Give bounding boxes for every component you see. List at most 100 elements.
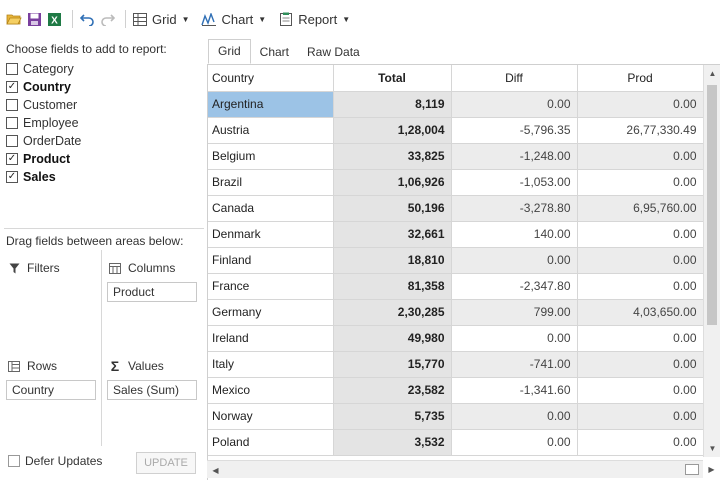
field-item-category[interactable]: Category — [6, 60, 81, 78]
cell-prod[interactable]: 0.00 — [577, 247, 704, 274]
cell-diff[interactable]: -5,796.35 — [451, 117, 578, 144]
tab-grid[interactable]: Grid — [208, 39, 251, 64]
table-row[interactable]: Denmark 32,661 140.00 0.00 — [208, 221, 704, 248]
cell-total[interactable]: 5,735 — [333, 403, 452, 430]
column-header-total[interactable]: Total — [333, 65, 452, 92]
cell-country[interactable]: Finland — [208, 247, 334, 274]
table-row[interactable]: Ireland 49,980 0.00 0.00 — [208, 325, 704, 352]
cell-diff[interactable]: 0.00 — [451, 325, 578, 352]
table-row[interactable]: Finland 18,810 0.00 0.00 — [208, 247, 704, 274]
tab-raw-data[interactable]: Raw Data — [298, 41, 369, 64]
cell-prod[interactable]: 0.00 — [577, 91, 704, 118]
checkbox-checked[interactable]: ✓ — [6, 171, 18, 183]
field-item-country[interactable]: ✓ Country — [6, 78, 81, 96]
field-item-product[interactable]: ✓ Product — [6, 150, 81, 168]
cell-prod[interactable]: 0.00 — [577, 429, 704, 456]
table-row[interactable]: Mexico 23,582 -1,341.60 0.00 — [208, 377, 704, 404]
cell-diff[interactable]: 0.00 — [451, 91, 578, 118]
cell-total[interactable]: 1,06,926 — [333, 169, 452, 196]
table-row[interactable]: Argentina 8,119 0.00 0.00 — [208, 91, 704, 118]
cell-total[interactable]: 49,980 — [333, 325, 452, 352]
redo-icon[interactable] — [99, 11, 115, 27]
cell-diff[interactable]: -2,347.80 — [451, 273, 578, 300]
cell-country[interactable]: France — [208, 273, 334, 300]
cell-total[interactable]: 23,582 — [333, 377, 452, 404]
cell-total[interactable]: 8,119 — [333, 91, 452, 118]
open-folder-icon[interactable] — [6, 11, 22, 27]
excel-export-icon[interactable]: X — [46, 11, 62, 27]
checkbox[interactable] — [8, 455, 20, 467]
undo-icon[interactable] — [79, 11, 95, 27]
cell-total[interactable]: 15,770 — [333, 351, 452, 378]
cell-total[interactable]: 32,661 — [333, 221, 452, 248]
cell-total[interactable]: 1,28,004 — [333, 117, 452, 144]
table-row[interactable]: Belgium 33,825 -1,248.00 0.00 — [208, 143, 704, 170]
cell-country[interactable]: Brazil — [208, 169, 334, 196]
cell-total[interactable]: 18,810 — [333, 247, 452, 274]
scroll-left-icon[interactable]: ◀ — [207, 461, 224, 479]
scrollbar-thumb[interactable] — [685, 464, 699, 475]
cell-prod[interactable]: 0.00 — [577, 403, 704, 430]
cell-diff[interactable]: -1,341.60 — [451, 377, 578, 404]
checkbox[interactable] — [6, 135, 18, 147]
grid-menu[interactable]: Grid ▼ — [132, 11, 189, 27]
cell-total[interactable]: 3,532 — [333, 429, 452, 456]
cell-country[interactable]: Poland — [208, 429, 334, 456]
field-item-employee[interactable]: Employee — [6, 114, 81, 132]
table-row[interactable]: France 81,358 -2,347.80 0.00 — [208, 273, 704, 300]
cell-country[interactable]: Italy — [208, 351, 334, 378]
cell-diff[interactable]: -1,053.00 — [451, 169, 578, 196]
cell-diff[interactable]: 799.00 — [451, 299, 578, 326]
cell-diff[interactable]: -3,278.80 — [451, 195, 578, 222]
cell-country[interactable]: Argentina — [208, 91, 334, 118]
chart-menu[interactable]: Chart ▼ — [201, 11, 266, 27]
cell-prod[interactable]: 4,03,650.00 — [577, 299, 704, 326]
tab-chart[interactable]: Chart — [251, 41, 298, 64]
checkbox[interactable] — [6, 63, 18, 75]
cell-diff[interactable]: -1,248.00 — [451, 143, 578, 170]
column-header-diff[interactable]: Diff — [451, 65, 578, 92]
cell-diff[interactable]: 0.00 — [451, 429, 578, 456]
field-item-sales[interactable]: ✓ Sales — [6, 168, 81, 186]
cell-country[interactable]: Denmark — [208, 221, 334, 248]
column-header-country[interactable]: Country — [208, 65, 334, 92]
checkbox[interactable] — [6, 99, 18, 111]
cell-diff[interactable]: 140.00 — [451, 221, 578, 248]
cell-country[interactable]: Austria — [208, 117, 334, 144]
cell-total[interactable]: 33,825 — [333, 143, 452, 170]
cell-country[interactable]: Germany — [208, 299, 334, 326]
rows-area[interactable]: Rows Country — [6, 358, 96, 400]
table-row[interactable]: Poland 3,532 0.00 0.00 — [208, 429, 704, 456]
table-row[interactable]: Austria 1,28,004 -5,796.35 26,77,330.49 — [208, 117, 704, 144]
checkbox[interactable] — [6, 117, 18, 129]
cell-country[interactable]: Canada — [208, 195, 334, 222]
cell-diff[interactable]: 0.00 — [451, 403, 578, 430]
columns-field-chip[interactable]: Product — [107, 282, 197, 302]
cell-diff[interactable]: 0.00 — [451, 247, 578, 274]
cell-prod[interactable]: 6,95,760.00 — [577, 195, 704, 222]
table-row[interactable]: Canada 50,196 -3,278.80 6,95,760.00 — [208, 195, 704, 222]
cell-diff[interactable]: -741.00 — [451, 351, 578, 378]
cell-country[interactable]: Belgium — [208, 143, 334, 170]
save-icon[interactable] — [26, 11, 42, 27]
cell-country[interactable]: Norway — [208, 403, 334, 430]
cell-country[interactable]: Ireland — [208, 325, 334, 352]
cell-prod[interactable]: 0.00 — [577, 377, 704, 404]
checkbox-checked[interactable]: ✓ — [6, 81, 18, 93]
update-button[interactable]: UPDATE — [136, 452, 196, 474]
values-field-chip[interactable]: Sales (Sum) — [107, 380, 197, 400]
scrollbar-thumb[interactable] — [707, 85, 717, 325]
table-row[interactable]: Norway 5,735 0.00 0.00 — [208, 403, 704, 430]
checkbox-checked[interactable]: ✓ — [6, 153, 18, 165]
values-area[interactable]: Σ Values Sales (Sum) — [107, 358, 197, 400]
rows-field-chip[interactable]: Country — [6, 380, 96, 400]
cell-prod[interactable]: 0.00 — [577, 351, 704, 378]
cell-prod[interactable]: 0.00 — [577, 169, 704, 196]
table-row[interactable]: Italy 15,770 -741.00 0.00 — [208, 351, 704, 378]
cell-total[interactable]: 50,196 — [333, 195, 452, 222]
cell-total[interactable]: 81,358 — [333, 273, 452, 300]
cell-prod[interactable]: 0.00 — [577, 143, 704, 170]
cell-prod[interactable]: 0.00 — [577, 325, 704, 352]
table-row[interactable]: Germany 2,30,285 799.00 4,03,650.00 — [208, 299, 704, 326]
cell-total[interactable]: 2,30,285 — [333, 299, 452, 326]
